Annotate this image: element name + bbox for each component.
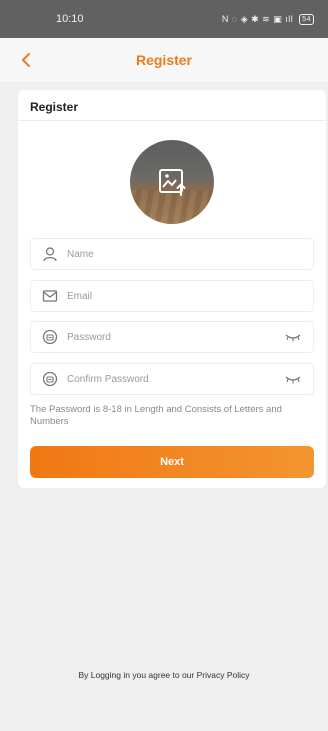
next-button[interactable]: Next bbox=[30, 446, 314, 478]
status-indicator-icons: N ◌ ◈ ✱ ≋ ▣ ıll bbox=[221, 13, 294, 24]
card-title: Register bbox=[30, 100, 79, 114]
user-icon bbox=[41, 245, 59, 263]
status-icons: N ◌ ◈ ✱ ≋ ▣ ıll 54 bbox=[221, 13, 314, 25]
privacy-policy-link[interactable]: By Logging in you agree to our Privacy P… bbox=[0, 670, 328, 680]
status-time: 10:10 bbox=[56, 13, 84, 25]
status-bar: 10:10 N ◌ ◈ ✱ ≋ ▣ ıll 54 bbox=[0, 0, 328, 38]
eye-closed-icon[interactable] bbox=[283, 372, 303, 386]
chevron-left-icon bbox=[22, 53, 30, 67]
name-field bbox=[30, 238, 314, 270]
password-hint: The Password is 8-18 in Length and Consi… bbox=[30, 404, 282, 427]
nav-bar: Register bbox=[0, 38, 328, 82]
avatar-upload[interactable] bbox=[130, 140, 214, 224]
register-card: Register Name Email The Password is 8-18… bbox=[18, 90, 326, 488]
card-divider bbox=[18, 120, 326, 121]
eye-closed-icon[interactable] bbox=[283, 330, 303, 344]
name-input[interactable] bbox=[67, 248, 303, 260]
email-input[interactable] bbox=[67, 290, 303, 302]
confirm-password-field bbox=[30, 363, 314, 395]
lock-icon bbox=[41, 370, 59, 388]
battery-icon: 54 bbox=[299, 13, 314, 25]
page-title: Register bbox=[135, 52, 193, 68]
back-button[interactable] bbox=[14, 48, 38, 72]
lock-icon bbox=[41, 328, 59, 346]
password-field bbox=[30, 321, 314, 353]
email-field bbox=[30, 280, 314, 312]
register-screen: 10:10 N ◌ ◈ ✱ ≋ ▣ ıll 54 Register Regist… bbox=[0, 0, 328, 731]
confirm-password-input[interactable] bbox=[67, 373, 283, 385]
image-upload-icon bbox=[159, 169, 186, 196]
password-input[interactable] bbox=[67, 331, 283, 343]
mail-icon bbox=[41, 287, 59, 305]
